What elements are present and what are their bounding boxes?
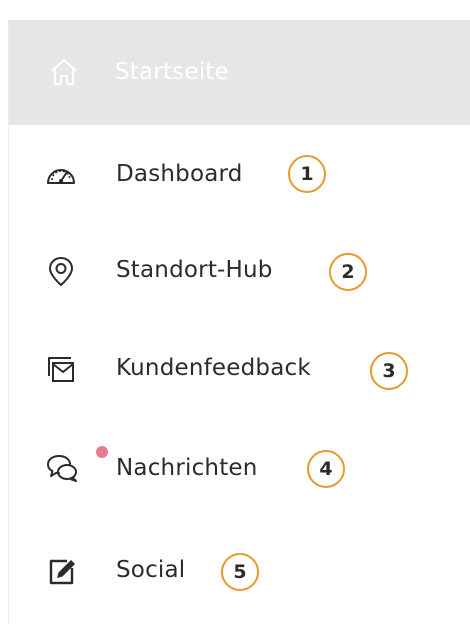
step-badge: 5: [221, 553, 259, 591]
step-badge: 2: [329, 253, 367, 291]
chat-bubbles-icon: [45, 452, 77, 484]
nav-item-nachrichten[interactable]: Nachrichten 4: [9, 434, 470, 494]
nav-item-label: Nachrichten: [116, 455, 258, 481]
edit-square-icon: [45, 556, 77, 588]
speedometer-icon: [45, 159, 77, 191]
location-pin-icon: [45, 255, 77, 287]
nav-item-label: Kundenfeedback: [116, 355, 311, 381]
unread-indicator: [96, 446, 108, 458]
nav-item-standort-hub[interactable]: Standort-Hub 2: [9, 240, 470, 300]
step-badge: 1: [288, 155, 326, 193]
nav-item-label: Standort-Hub: [116, 257, 273, 283]
nav-item-startseite[interactable]: Startseite: [9, 20, 470, 125]
step-badge: 4: [307, 450, 345, 488]
nav-item-label: Startseite: [115, 59, 229, 85]
nav-item-dashboard[interactable]: Dashboard 1: [9, 144, 470, 204]
feedback-inbox-icon: [45, 354, 77, 386]
sidebar-nav: Startseite Dashboard 1 Standort-Hub 2 Ku…: [8, 20, 470, 624]
step-badge: 3: [370, 352, 408, 390]
nav-item-label: Social: [116, 557, 186, 583]
home-icon: [49, 56, 79, 88]
nav-item-label: Dashboard: [116, 161, 243, 187]
nav-item-kundenfeedback[interactable]: Kundenfeedback 3: [9, 338, 470, 398]
nav-item-social[interactable]: Social 5: [9, 540, 470, 600]
